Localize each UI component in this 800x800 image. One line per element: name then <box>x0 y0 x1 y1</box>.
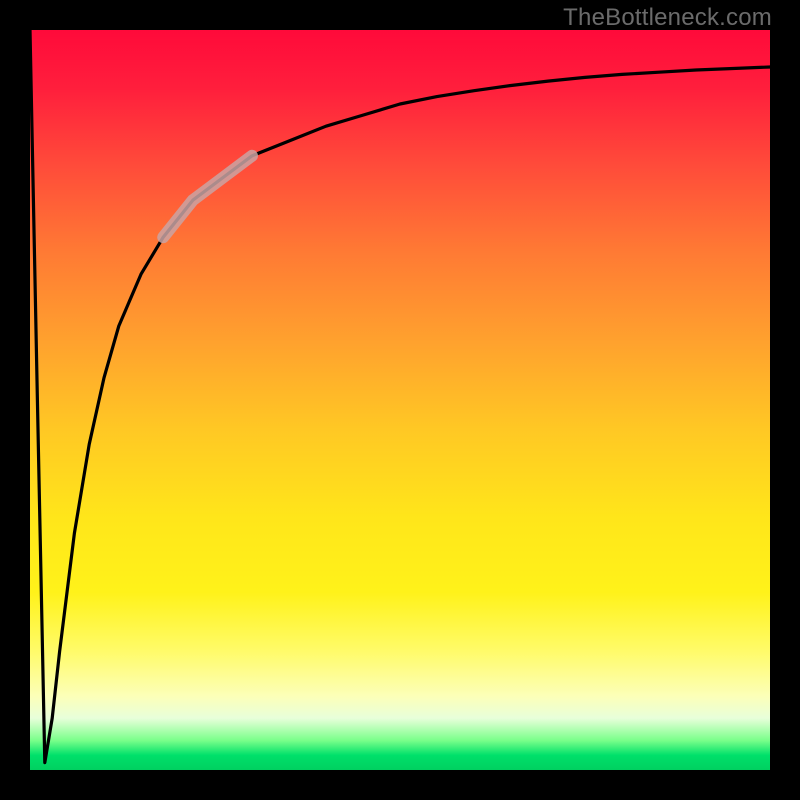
curve-svg <box>30 30 770 770</box>
chart-frame: TheBottleneck.com <box>0 0 800 800</box>
watermark-text: TheBottleneck.com <box>563 4 772 32</box>
bottleneck-curve <box>30 30 770 763</box>
curve-highlight-segment <box>163 156 252 237</box>
plot-area <box>30 30 770 770</box>
